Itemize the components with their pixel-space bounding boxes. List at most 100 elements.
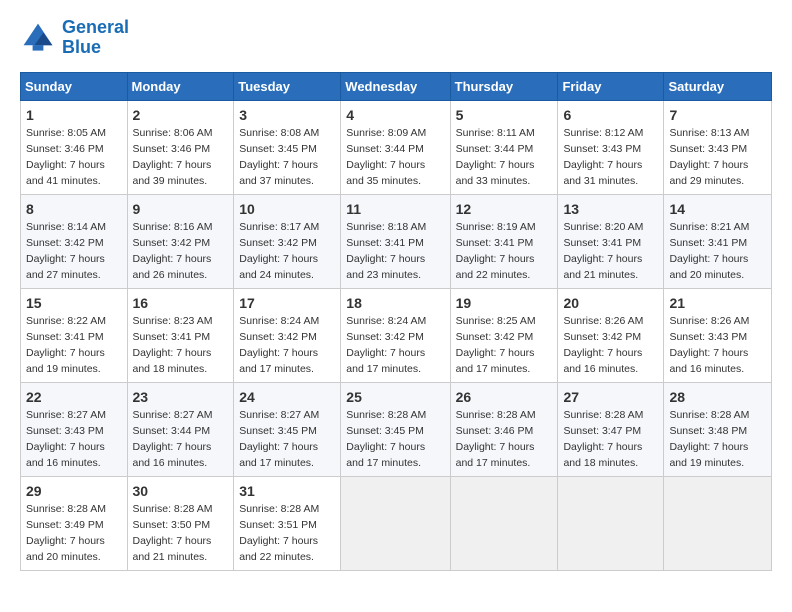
day-info: Sunrise: 8:17 AMSunset: 3:42 PMDaylight:…	[239, 221, 319, 281]
calendar-cell: 24 Sunrise: 8:27 AMSunset: 3:45 PMDaylig…	[234, 382, 341, 476]
day-info: Sunrise: 8:24 AMSunset: 3:42 PMDaylight:…	[346, 315, 426, 375]
day-number: 15	[26, 293, 122, 313]
col-header-saturday: Saturday	[664, 72, 772, 100]
day-info: Sunrise: 8:19 AMSunset: 3:41 PMDaylight:…	[456, 221, 536, 281]
day-number: 19	[456, 293, 553, 313]
day-number: 30	[133, 481, 229, 501]
day-info: Sunrise: 8:23 AMSunset: 3:41 PMDaylight:…	[133, 315, 213, 375]
day-info: Sunrise: 8:12 AMSunset: 3:43 PMDaylight:…	[563, 127, 643, 187]
calendar-cell: 25 Sunrise: 8:28 AMSunset: 3:45 PMDaylig…	[341, 382, 450, 476]
day-info: Sunrise: 8:27 AMSunset: 3:44 PMDaylight:…	[133, 409, 213, 469]
col-header-thursday: Thursday	[450, 72, 558, 100]
calendar-cell: 4 Sunrise: 8:09 AMSunset: 3:44 PMDayligh…	[341, 100, 450, 194]
week-row-2: 8 Sunrise: 8:14 AMSunset: 3:42 PMDayligh…	[21, 194, 772, 288]
calendar-cell: 28 Sunrise: 8:28 AMSunset: 3:48 PMDaylig…	[664, 382, 772, 476]
day-info: Sunrise: 8:14 AMSunset: 3:42 PMDaylight:…	[26, 221, 106, 281]
day-info: Sunrise: 8:24 AMSunset: 3:42 PMDaylight:…	[239, 315, 319, 375]
calendar-cell: 19 Sunrise: 8:25 AMSunset: 3:42 PMDaylig…	[450, 288, 558, 382]
calendar-cell: 31 Sunrise: 8:28 AMSunset: 3:51 PMDaylig…	[234, 476, 341, 570]
day-number: 12	[456, 199, 553, 219]
day-info: Sunrise: 8:28 AMSunset: 3:47 PMDaylight:…	[563, 409, 643, 469]
day-info: Sunrise: 8:26 AMSunset: 3:43 PMDaylight:…	[669, 315, 749, 375]
logo-text: General Blue	[62, 18, 129, 58]
day-info: Sunrise: 8:28 AMSunset: 3:46 PMDaylight:…	[456, 409, 536, 469]
day-info: Sunrise: 8:13 AMSunset: 3:43 PMDaylight:…	[669, 127, 749, 187]
day-info: Sunrise: 8:05 AMSunset: 3:46 PMDaylight:…	[26, 127, 106, 187]
calendar-cell: 26 Sunrise: 8:28 AMSunset: 3:46 PMDaylig…	[450, 382, 558, 476]
week-row-4: 22 Sunrise: 8:27 AMSunset: 3:43 PMDaylig…	[21, 382, 772, 476]
calendar-cell: 14 Sunrise: 8:21 AMSunset: 3:41 PMDaylig…	[664, 194, 772, 288]
col-header-tuesday: Tuesday	[234, 72, 341, 100]
day-info: Sunrise: 8:28 AMSunset: 3:45 PMDaylight:…	[346, 409, 426, 469]
calendar-cell: 8 Sunrise: 8:14 AMSunset: 3:42 PMDayligh…	[21, 194, 128, 288]
col-header-friday: Friday	[558, 72, 664, 100]
calendar-cell: 30 Sunrise: 8:28 AMSunset: 3:50 PMDaylig…	[127, 476, 234, 570]
calendar-table: SundayMondayTuesdayWednesdayThursdayFrid…	[20, 72, 772, 571]
day-number: 11	[346, 199, 444, 219]
day-number: 18	[346, 293, 444, 313]
calendar-cell	[664, 476, 772, 570]
week-row-5: 29 Sunrise: 8:28 AMSunset: 3:49 PMDaylig…	[21, 476, 772, 570]
day-info: Sunrise: 8:08 AMSunset: 3:45 PMDaylight:…	[239, 127, 319, 187]
day-info: Sunrise: 8:28 AMSunset: 3:50 PMDaylight:…	[133, 503, 213, 563]
day-number: 22	[26, 387, 122, 407]
day-number: 8	[26, 199, 122, 219]
header-row: SundayMondayTuesdayWednesdayThursdayFrid…	[21, 72, 772, 100]
calendar-cell: 21 Sunrise: 8:26 AMSunset: 3:43 PMDaylig…	[664, 288, 772, 382]
day-number: 31	[239, 481, 335, 501]
calendar-cell: 23 Sunrise: 8:27 AMSunset: 3:44 PMDaylig…	[127, 382, 234, 476]
calendar-cell: 22 Sunrise: 8:27 AMSunset: 3:43 PMDaylig…	[21, 382, 128, 476]
day-number: 9	[133, 199, 229, 219]
day-number: 28	[669, 387, 766, 407]
day-info: Sunrise: 8:11 AMSunset: 3:44 PMDaylight:…	[456, 127, 535, 187]
day-number: 5	[456, 105, 553, 125]
day-info: Sunrise: 8:28 AMSunset: 3:51 PMDaylight:…	[239, 503, 319, 563]
calendar-cell: 2 Sunrise: 8:06 AMSunset: 3:46 PMDayligh…	[127, 100, 234, 194]
calendar-page: General Blue SundayMondayTuesdayWednesda…	[0, 0, 792, 583]
calendar-cell: 12 Sunrise: 8:19 AMSunset: 3:41 PMDaylig…	[450, 194, 558, 288]
calendar-cell: 5 Sunrise: 8:11 AMSunset: 3:44 PMDayligh…	[450, 100, 558, 194]
calendar-cell: 27 Sunrise: 8:28 AMSunset: 3:47 PMDaylig…	[558, 382, 664, 476]
logo: General Blue	[20, 18, 129, 58]
calendar-cell: 13 Sunrise: 8:20 AMSunset: 3:41 PMDaylig…	[558, 194, 664, 288]
day-number: 25	[346, 387, 444, 407]
header: General Blue	[20, 18, 772, 58]
calendar-cell: 15 Sunrise: 8:22 AMSunset: 3:41 PMDaylig…	[21, 288, 128, 382]
day-info: Sunrise: 8:26 AMSunset: 3:42 PMDaylight:…	[563, 315, 643, 375]
day-info: Sunrise: 8:28 AMSunset: 3:48 PMDaylight:…	[669, 409, 749, 469]
calendar-cell: 18 Sunrise: 8:24 AMSunset: 3:42 PMDaylig…	[341, 288, 450, 382]
day-info: Sunrise: 8:18 AMSunset: 3:41 PMDaylight:…	[346, 221, 426, 281]
day-number: 27	[563, 387, 658, 407]
calendar-cell	[450, 476, 558, 570]
day-number: 16	[133, 293, 229, 313]
day-info: Sunrise: 8:27 AMSunset: 3:43 PMDaylight:…	[26, 409, 106, 469]
day-number: 14	[669, 199, 766, 219]
week-row-3: 15 Sunrise: 8:22 AMSunset: 3:41 PMDaylig…	[21, 288, 772, 382]
calendar-cell: 3 Sunrise: 8:08 AMSunset: 3:45 PMDayligh…	[234, 100, 341, 194]
day-number: 21	[669, 293, 766, 313]
day-number: 20	[563, 293, 658, 313]
day-number: 7	[669, 105, 766, 125]
calendar-cell	[341, 476, 450, 570]
day-number: 26	[456, 387, 553, 407]
day-info: Sunrise: 8:28 AMSunset: 3:49 PMDaylight:…	[26, 503, 106, 563]
day-number: 1	[26, 105, 122, 125]
day-number: 3	[239, 105, 335, 125]
day-info: Sunrise: 8:27 AMSunset: 3:45 PMDaylight:…	[239, 409, 319, 469]
calendar-cell: 11 Sunrise: 8:18 AMSunset: 3:41 PMDaylig…	[341, 194, 450, 288]
col-header-monday: Monday	[127, 72, 234, 100]
col-header-wednesday: Wednesday	[341, 72, 450, 100]
logo-icon	[20, 20, 56, 56]
day-number: 24	[239, 387, 335, 407]
day-info: Sunrise: 8:06 AMSunset: 3:46 PMDaylight:…	[133, 127, 213, 187]
col-header-sunday: Sunday	[21, 72, 128, 100]
week-row-1: 1 Sunrise: 8:05 AMSunset: 3:46 PMDayligh…	[21, 100, 772, 194]
calendar-cell	[558, 476, 664, 570]
day-number: 29	[26, 481, 122, 501]
day-number: 6	[563, 105, 658, 125]
calendar-cell: 9 Sunrise: 8:16 AMSunset: 3:42 PMDayligh…	[127, 194, 234, 288]
day-number: 23	[133, 387, 229, 407]
calendar-cell: 20 Sunrise: 8:26 AMSunset: 3:42 PMDaylig…	[558, 288, 664, 382]
day-number: 4	[346, 105, 444, 125]
calendar-cell: 1 Sunrise: 8:05 AMSunset: 3:46 PMDayligh…	[21, 100, 128, 194]
